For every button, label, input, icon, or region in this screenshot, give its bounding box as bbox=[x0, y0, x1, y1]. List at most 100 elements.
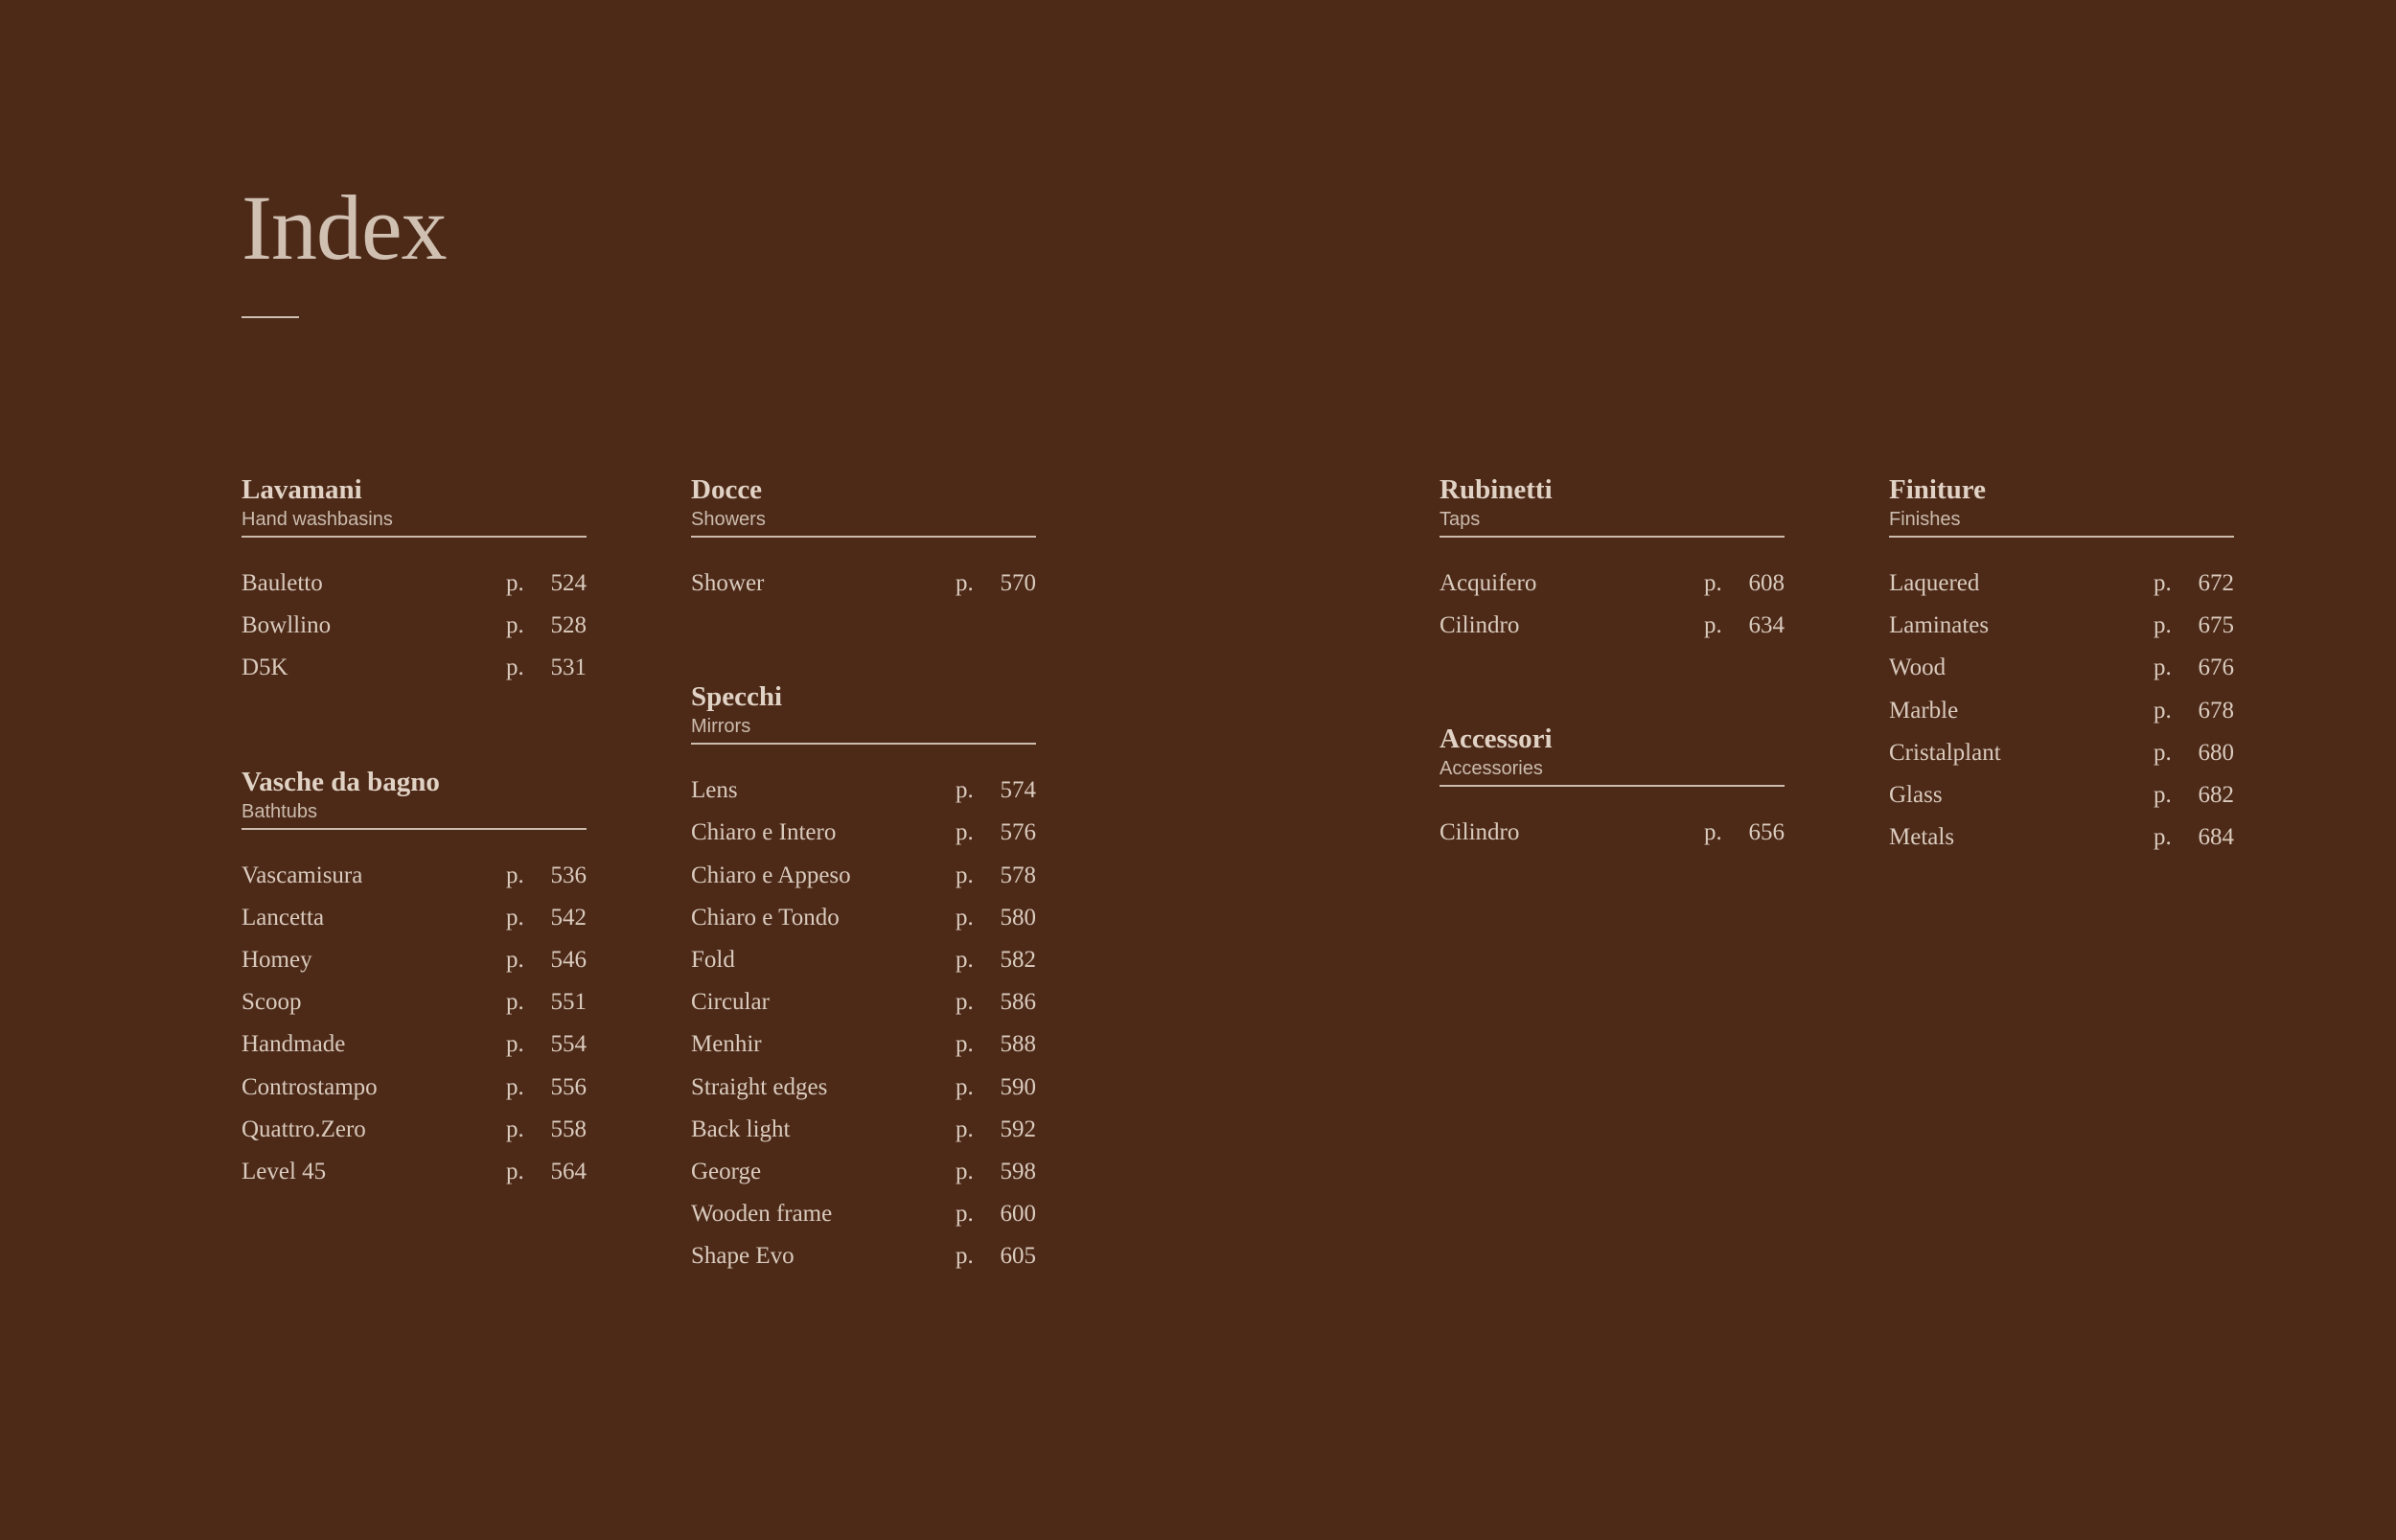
entry-name: Straight edges bbox=[691, 1073, 828, 1100]
section-subtitle: Finishes bbox=[1889, 509, 1961, 530]
section-divider bbox=[1889, 536, 2234, 538]
index-entry[interactable]: Scoop p. 551 bbox=[242, 989, 587, 1031]
entry-page-number: 675 bbox=[2198, 612, 2235, 639]
entry-page-number: 678 bbox=[2198, 697, 2235, 724]
entry-name: Level 45 bbox=[242, 1158, 327, 1184]
entry-name: Scoop bbox=[242, 989, 302, 1016]
index-entry[interactable]: Cristalplant p. 680 bbox=[1889, 740, 2234, 782]
index-entry[interactable]: Chiaro e Appeso p. 578 bbox=[691, 862, 1036, 905]
index-entry[interactable]: Vascamisura p. 536 bbox=[242, 862, 587, 905]
index-entry[interactable]: Acquifero p. 608 bbox=[1440, 570, 1785, 612]
index-entry[interactable]: Bauletto p. 524 bbox=[242, 570, 587, 612]
entry-page-number: 528 bbox=[550, 612, 587, 639]
section-divider bbox=[1440, 536, 1785, 538]
index-entry[interactable]: Glass p. 682 bbox=[1889, 782, 2234, 824]
entry-page-prefix: p. bbox=[506, 1115, 524, 1142]
entry-page-number: 672 bbox=[2198, 570, 2235, 596]
entry-name: Wood bbox=[1889, 655, 1947, 681]
section-title: Lavamani bbox=[242, 474, 362, 505]
entry-name: Chiaro e Appeso bbox=[691, 862, 851, 888]
entry-name: D5K bbox=[242, 655, 288, 681]
section-title: Rubinetti bbox=[1440, 474, 1553, 505]
entry-name: Handmade bbox=[242, 1031, 346, 1058]
index-entry[interactable]: Controstampo p. 556 bbox=[242, 1074, 587, 1116]
entry-page-number: 536 bbox=[550, 862, 587, 888]
entry-page-prefix: p. bbox=[956, 819, 974, 846]
entry-page-prefix: p. bbox=[506, 570, 524, 596]
entry-page-number: 605 bbox=[1000, 1243, 1037, 1270]
entry-page-number: 598 bbox=[1000, 1158, 1037, 1184]
index-entry[interactable]: Laminates p. 675 bbox=[1889, 612, 2234, 655]
entry-page-prefix: p. bbox=[956, 862, 974, 888]
entry-page-prefix: p. bbox=[506, 904, 524, 931]
entry-page-prefix: p. bbox=[956, 1158, 974, 1184]
entry-name: Cilindro bbox=[1440, 612, 1520, 639]
entry-page-number: 592 bbox=[1000, 1115, 1037, 1142]
entry-page-prefix: p. bbox=[506, 1073, 524, 1100]
entry-page-number: 542 bbox=[550, 904, 587, 931]
entry-page-prefix: p. bbox=[2154, 612, 2172, 639]
index-entry[interactable]: Wooden frame p. 600 bbox=[691, 1201, 1036, 1243]
index-entry[interactable]: Fold p. 582 bbox=[691, 947, 1036, 989]
index-entry[interactable]: Level 45 p. 564 bbox=[242, 1159, 587, 1201]
entry-name: Homey bbox=[242, 946, 312, 973]
entry-name: Circular bbox=[691, 989, 770, 1016]
entry-page-number: 524 bbox=[550, 570, 587, 596]
index-entry[interactable]: Bowllino p. 528 bbox=[242, 612, 587, 655]
index-entry[interactable]: Chiaro e Tondo p. 580 bbox=[691, 905, 1036, 947]
section-divider bbox=[1440, 785, 1785, 788]
entry-page-number: 608 bbox=[1748, 570, 1785, 596]
index-entry[interactable]: Shape Evo p. 605 bbox=[691, 1243, 1036, 1285]
entry-page-number: 531 bbox=[550, 655, 587, 681]
index-entry[interactable]: Homey p. 546 bbox=[242, 947, 587, 989]
entry-name: Shape Evo bbox=[691, 1243, 795, 1270]
entry-page-prefix: p. bbox=[1704, 612, 1722, 639]
index-entry[interactable]: D5K p. 531 bbox=[242, 655, 587, 697]
index-entry[interactable]: Shower p. 570 bbox=[691, 570, 1036, 612]
entry-page-number: 588 bbox=[1000, 1031, 1037, 1058]
entry-name: Wooden frame bbox=[691, 1201, 833, 1228]
entry-page-number: 634 bbox=[1748, 612, 1785, 639]
entry-name: Laquered bbox=[1889, 570, 1980, 596]
index-entry[interactable]: Lens p. 574 bbox=[691, 777, 1036, 819]
entry-page-number: 558 bbox=[550, 1115, 587, 1142]
index-entry[interactable]: Metals p. 684 bbox=[1889, 824, 2234, 866]
entry-page-prefix: p. bbox=[956, 989, 974, 1016]
index-entry[interactable]: Wood p. 676 bbox=[1889, 655, 2234, 697]
index-entry[interactable]: Laquered p. 672 bbox=[1889, 570, 2234, 612]
index-entry[interactable]: Marble p. 678 bbox=[1889, 698, 2234, 740]
index-entry[interactable]: Cilindro p. 656 bbox=[1440, 819, 1785, 862]
index-column-4: Finiture Finishes Laquered p. 672 Laminate… bbox=[1889, 472, 2234, 933]
entry-name: Laminates bbox=[1889, 612, 1990, 639]
index-entry[interactable]: Cilindro p. 634 bbox=[1440, 612, 1785, 655]
section-subtitle: Accessories bbox=[1440, 758, 1543, 780]
section-divider bbox=[242, 536, 587, 538]
index-entry[interactable]: Straight edges p. 590 bbox=[691, 1074, 1036, 1116]
index-entry[interactable]: Lancetta p. 542 bbox=[242, 905, 587, 947]
index-entry[interactable]: Circular p. 586 bbox=[691, 989, 1036, 1031]
entry-page-prefix: p. bbox=[1704, 819, 1722, 846]
index-column-1: Lavamani Hand washbasins Bauletto p. 524 B… bbox=[242, 472, 587, 1268]
index-entry[interactable]: Menhir p. 588 bbox=[691, 1031, 1036, 1073]
entry-page-number: 582 bbox=[1000, 946, 1037, 973]
entry-page-prefix: p. bbox=[506, 655, 524, 681]
index-entry[interactable]: Chiaro e Intero p. 576 bbox=[691, 819, 1036, 862]
entry-page-prefix: p. bbox=[956, 1243, 974, 1270]
section-subtitle: Taps bbox=[1440, 509, 1481, 530]
entry-name: Shower bbox=[691, 570, 765, 596]
index-entry[interactable]: Back light p. 592 bbox=[691, 1116, 1036, 1159]
entry-name: Menhir bbox=[691, 1031, 762, 1058]
index-column-2: Docce Showers Shower p. 570 Specchi Mirror… bbox=[691, 472, 1036, 1352]
index-entry[interactable]: Quattro.Zero p. 558 bbox=[242, 1116, 587, 1159]
section-title: Specchi bbox=[691, 681, 783, 713]
entry-page-prefix: p. bbox=[2154, 570, 2172, 596]
entry-page-prefix: p. bbox=[956, 1031, 974, 1058]
entry-page-number: 684 bbox=[2198, 824, 2235, 851]
index-entry[interactable]: Handmade p. 554 bbox=[242, 1031, 587, 1073]
section-subtitle: Hand washbasins bbox=[242, 509, 393, 530]
entry-name: Bauletto bbox=[242, 570, 323, 596]
entry-page-prefix: p. bbox=[506, 1158, 524, 1184]
entry-page-number: 586 bbox=[1000, 989, 1037, 1016]
index-entry[interactable]: George p. 598 bbox=[691, 1159, 1036, 1201]
section-title: Docce bbox=[691, 474, 763, 505]
